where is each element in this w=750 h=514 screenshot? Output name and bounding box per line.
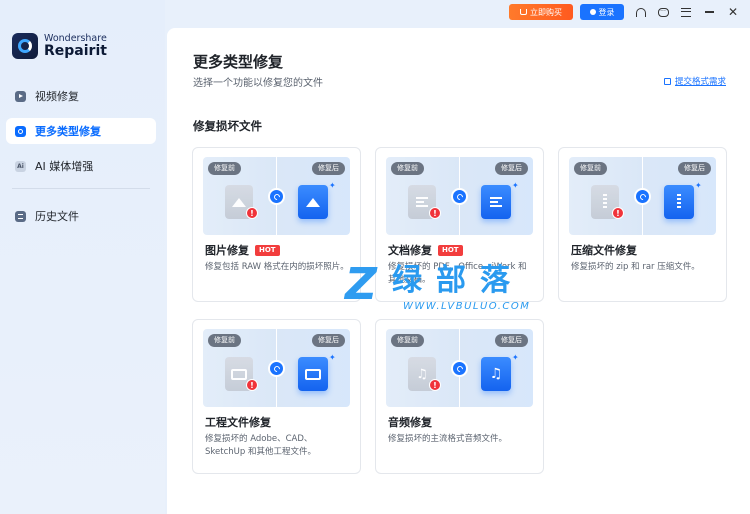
archive-icon (664, 185, 694, 219)
card-title: 压缩文件修复 (571, 244, 637, 257)
submit-format-request-label: 提交格式需求 (674, 77, 726, 87)
document-icon (481, 185, 511, 219)
minimize-icon[interactable] (701, 4, 717, 20)
page-title: 更多类型修复 (193, 53, 284, 71)
headset-icon[interactable] (633, 4, 649, 20)
after-label: 修复后 (312, 334, 345, 347)
card-title: 工程文件修复 (205, 416, 271, 429)
card-preview: 修复前 修复后 ! ✦ (203, 329, 350, 407)
before-label: 修复前 (391, 162, 424, 175)
video-icon (15, 90, 26, 102)
hot-badge: HOT (438, 244, 463, 256)
edit-icon (663, 77, 671, 85)
after-label: 修复后 (678, 162, 711, 175)
before-label: 修复前 (574, 162, 607, 175)
logo-product: Repairit (44, 43, 107, 60)
history-icon (15, 210, 26, 222)
error-badge-icon: ! (246, 207, 258, 219)
card-title: 文档修复 (388, 244, 432, 257)
card-document-repair[interactable]: 修复前 修复后 ! ✦ 文档修复 HOT 修复损坏的 PDF、Office、iW… (375, 147, 544, 302)
menu-icon[interactable] (678, 4, 694, 20)
after-label: 修复后 (312, 162, 345, 175)
buy-now-label: 立即购买 (530, 7, 562, 17)
sidebar-divider (12, 188, 150, 189)
card-preview: 修复前 修复后 ! ✦ (203, 157, 350, 235)
card-description: 修复损坏的 PDF、Office、iWork 和其他文档。 (388, 262, 527, 285)
before-label: 修复前 (391, 334, 424, 347)
main-panel: 更多类型修复 选择一个功能以修复您的文件 提交格式需求 修复损坏文件 修复前 修… (167, 28, 750, 514)
before-label: 修复前 (208, 162, 241, 175)
repair-gear-icon (15, 125, 26, 137)
wrench-icon (451, 360, 468, 377)
feedback-icon[interactable]: ··· (655, 4, 671, 20)
section-title: 修复损坏文件 (193, 119, 262, 133)
cart-icon (520, 9, 527, 15)
sparkle-icon: ✦ (695, 181, 702, 190)
sparkle-icon: ✦ (329, 181, 336, 190)
card-project-repair[interactable]: 修复前 修复后 ! ✦ 工程文件修复 修复损坏的 Adobe、CAD、Sketc… (192, 319, 361, 474)
sidebar-item-ai-enhance[interactable]: Ai AI 媒体增强 (6, 153, 156, 179)
card-preview: 修复前 修复后 ♫ ! ♫ ✦ (386, 329, 533, 407)
sidebar-item-video-repair[interactable]: 视频修复 (6, 83, 156, 109)
sparkle-icon: ✦ (329, 353, 336, 362)
card-preview: 修复前 修复后 ! ✦ (569, 157, 716, 235)
error-badge-icon: ! (246, 379, 258, 391)
wrench-icon (268, 188, 285, 205)
card-description: 修复损坏的 Adobe、CAD、SketchUp 和其他工程文件。 (205, 434, 316, 457)
sidebar-item-more-repair[interactable]: 更多类型修复 (6, 118, 156, 144)
submit-format-request-link[interactable]: 提交格式需求 (663, 75, 726, 87)
title-bar: 立即购买 登录 ··· ✕ (450, 0, 750, 24)
app-logo: Wondershare Repairit (12, 33, 107, 59)
wrench-icon (268, 360, 285, 377)
image-icon (298, 185, 328, 219)
card-photo-repair[interactable]: 修复前 修复后 ! ✦ 图片修复 HOT 修复包括 RAW 格式在内的损坏照片。 (192, 147, 361, 302)
card-description: 修复损坏的 zip 和 rar 压缩文件。 (571, 262, 700, 272)
card-audio-repair[interactable]: 修复前 修复后 ♫ ! ♫ ✦ 音频修复 修复损坏的主流格式音频文件。 (375, 319, 544, 474)
user-icon (589, 9, 596, 15)
sidebar: Wondershare Repairit 视频修复 更多类型修复 Ai AI 媒… (0, 0, 165, 514)
hot-badge: HOT (255, 244, 280, 256)
ai-icon: Ai (15, 160, 26, 172)
audio-icon: ♫ (481, 357, 511, 391)
sidebar-nav: 视频修复 更多类型修复 Ai AI 媒体增强 历史文件 (6, 83, 156, 238)
page-subtitle: 选择一个功能以修复您的文件 (193, 78, 323, 89)
repairit-logo-icon (12, 33, 38, 59)
sidebar-item-label: 更多类型修复 (35, 125, 101, 138)
sparkle-icon: ✦ (512, 181, 519, 190)
before-label: 修复前 (208, 334, 241, 347)
sidebar-item-label: 视频修复 (35, 90, 79, 103)
login-button[interactable]: 登录 (580, 4, 624, 20)
sparkle-icon: ✦ (512, 353, 519, 362)
login-label: 登录 (598, 7, 615, 17)
sidebar-item-label: 历史文件 (35, 210, 79, 223)
close-icon[interactable]: ✕ (725, 4, 741, 20)
after-label: 修复后 (495, 334, 528, 347)
folder-icon (298, 357, 328, 391)
after-label: 修复后 (495, 162, 528, 175)
error-badge-icon: ! (429, 379, 441, 391)
card-title: 图片修复 (205, 244, 249, 257)
logo-brand: Wondershare (44, 32, 107, 44)
sidebar-item-label: AI 媒体增强 (35, 160, 94, 173)
wrench-icon (634, 188, 651, 205)
sidebar-item-history[interactable]: 历史文件 (6, 203, 156, 229)
card-description: 修复包括 RAW 格式在内的损坏照片。 (205, 262, 349, 272)
buy-now-button[interactable]: 立即购买 (509, 4, 573, 20)
card-preview: 修复前 修复后 ! ✦ (386, 157, 533, 235)
wrench-icon (451, 188, 468, 205)
card-title: 音频修复 (388, 416, 432, 429)
card-archive-repair[interactable]: 修复前 修复后 ! ✦ 压缩文件修复 修复损坏的 zip 和 rar 压缩文件。 (558, 147, 727, 302)
card-description: 修复损坏的主流格式音频文件。 (388, 434, 508, 444)
error-badge-icon: ! (429, 207, 441, 219)
error-badge-icon: ! (612, 207, 624, 219)
